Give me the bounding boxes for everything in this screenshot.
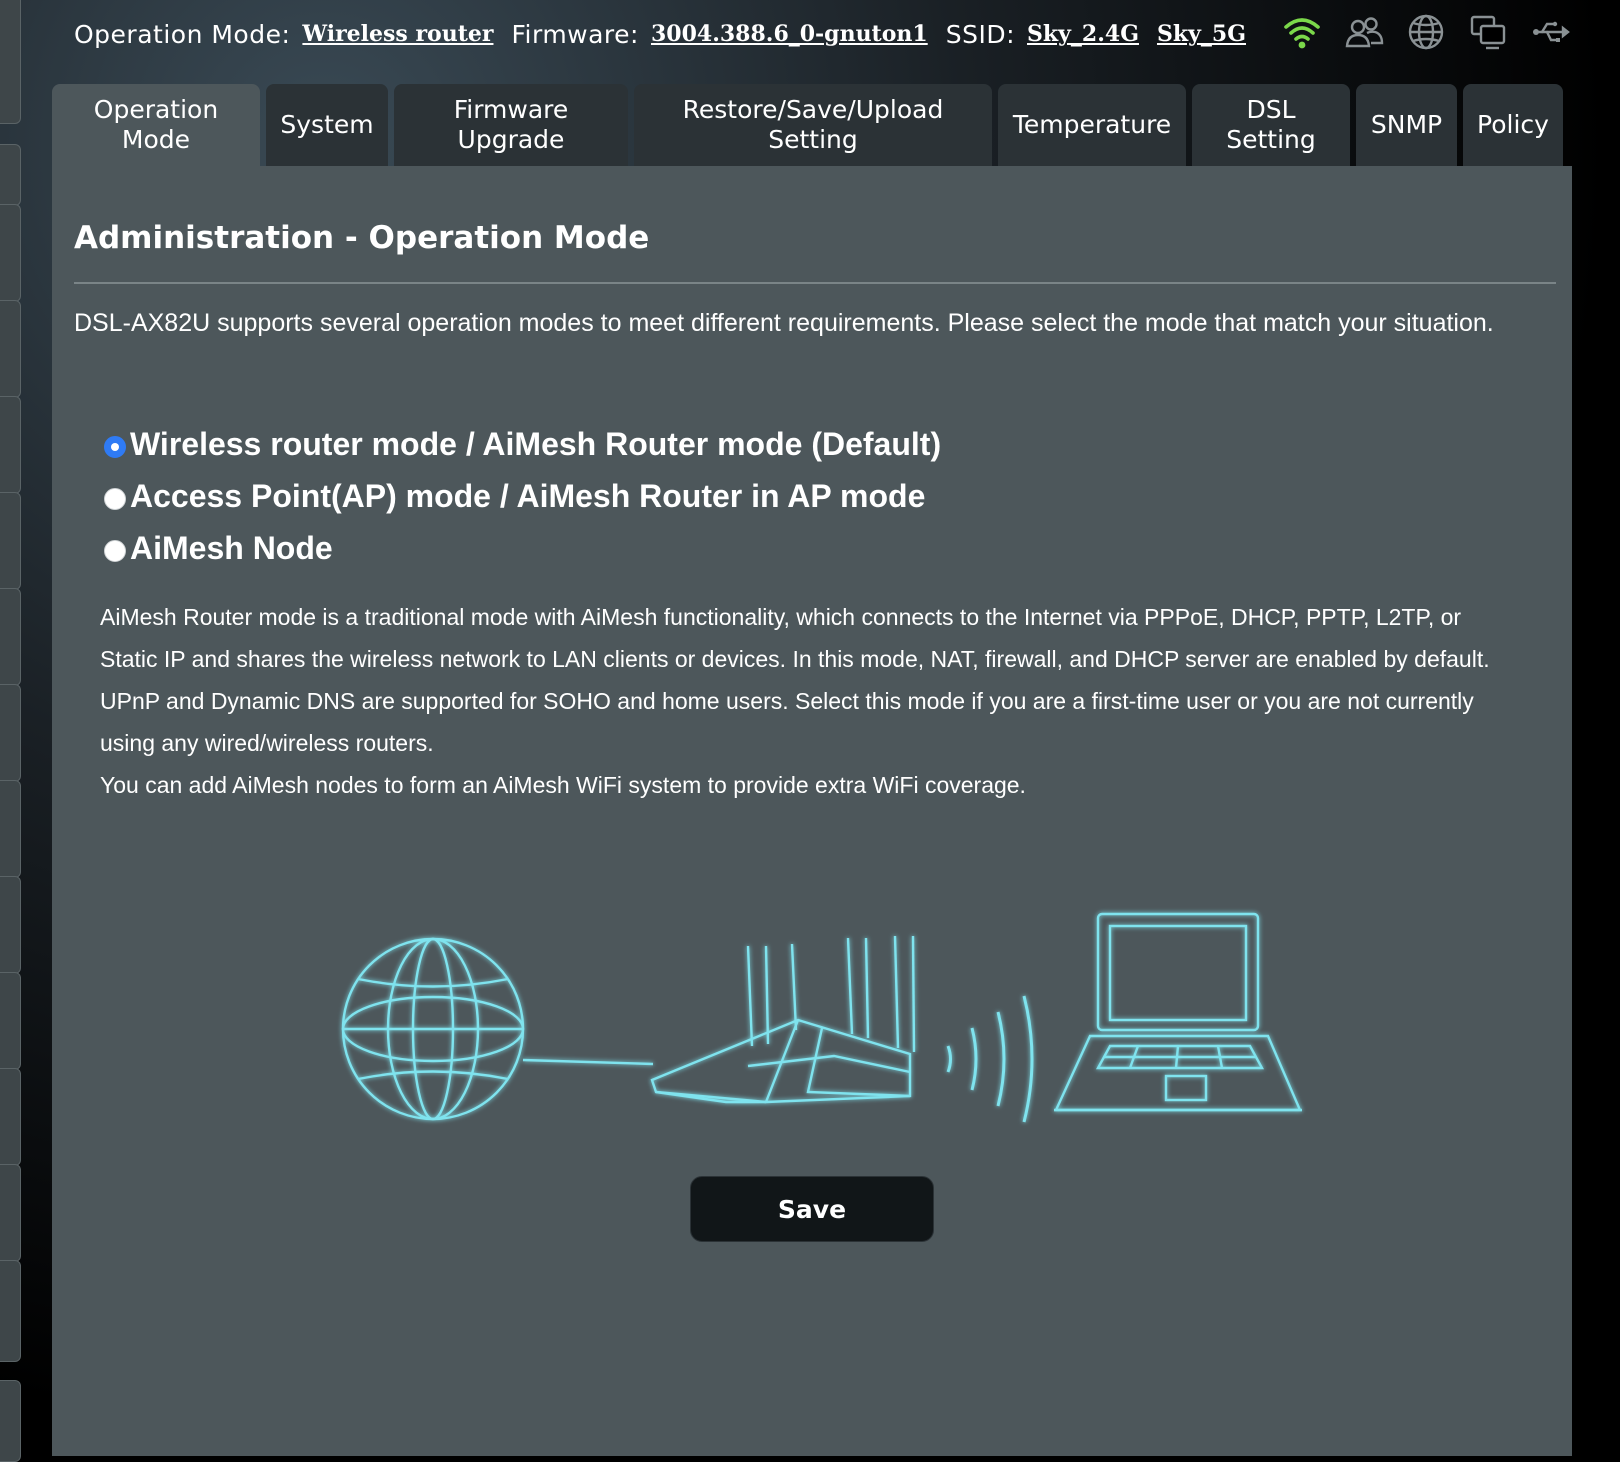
ssid-label: SSID: — [945, 19, 1015, 49]
page-description: DSL-AX82U supports several operation mod… — [74, 309, 1494, 337]
internet-globe-icon — [341, 937, 525, 1121]
side-menu-item[interactable] — [0, 300, 21, 398]
wifi-signal-icon[interactable] — [1282, 12, 1322, 52]
operation-mode-radio-group: Wireless router mode / AiMesh Router mod… — [104, 418, 941, 574]
side-menu-item[interactable] — [0, 1260, 21, 1362]
usb-icon[interactable] — [1530, 12, 1570, 52]
operation-mode-label: Operation Mode: — [74, 19, 291, 49]
side-menu-item[interactable] — [0, 1164, 21, 1262]
clients-icon[interactable] — [1344, 12, 1384, 52]
content-panel: Administration - Operation Mode DSL-AX82… — [52, 166, 1572, 1456]
mode-label-aimesh-node[interactable]: AiMesh Node — [130, 530, 333, 567]
page-title: Administration - Operation Mode — [74, 220, 650, 256]
radio-access-point[interactable] — [104, 488, 126, 510]
side-menu-item[interactable] — [0, 588, 21, 686]
laptop-icon — [1054, 912, 1302, 1112]
internet-globe-icon[interactable] — [1406, 12, 1446, 52]
ssid-2g-link[interactable]: Sky_2.4G — [1027, 21, 1139, 47]
connection-line — [522, 1058, 654, 1066]
mode-option-access-point[interactable]: Access Point(AP) mode / AiMesh Router in… — [104, 470, 941, 522]
tab-dsl-setting[interactable]: DSL Setting — [1192, 84, 1350, 166]
tab-temperature[interactable]: Temperature — [998, 84, 1186, 166]
operation-mode-link[interactable]: Wireless router — [302, 21, 493, 47]
tab-snmp[interactable]: SNMP — [1356, 84, 1457, 166]
mode-option-wireless-router[interactable]: Wireless router mode / AiMesh Router mod… — [104, 418, 941, 470]
radio-wireless-router[interactable] — [104, 436, 126, 458]
tab-policy[interactable]: Policy — [1463, 84, 1563, 166]
mode-label-access-point[interactable]: Access Point(AP) mode / AiMesh Router in… — [130, 478, 925, 515]
left-side-menu-strip — [0, 0, 22, 1462]
mode-option-aimesh-node[interactable]: AiMesh Node — [104, 522, 941, 574]
title-divider — [74, 282, 1556, 284]
admin-tab-bar: Operation Mode System Firmware Upgrade R… — [52, 84, 1563, 166]
side-menu-item[interactable] — [0, 972, 21, 1070]
wireless-waves-icon — [946, 995, 1034, 1123]
tab-restore-save-upload[interactable]: Restore/Save/Upload Setting — [634, 84, 992, 166]
firmware-link[interactable]: 3004.388.6_0-gnuton1 — [651, 21, 928, 47]
side-menu-item[interactable] — [0, 396, 21, 494]
tab-system[interactable]: System — [266, 84, 388, 166]
status-bar: Operation Mode: Wireless router Firmware… — [74, 14, 1264, 54]
side-menu-item[interactable] — [0, 1380, 21, 1462]
devices-icon[interactable] — [1468, 12, 1508, 52]
firmware-label: Firmware: — [511, 19, 639, 49]
tab-firmware-upgrade[interactable]: Firmware Upgrade — [394, 84, 628, 166]
save-button[interactable]: Save — [690, 1176, 934, 1242]
side-menu-item[interactable] — [0, 144, 21, 206]
side-menu-item[interactable] — [0, 780, 21, 878]
ssid-5g-link[interactable]: Sky_5G — [1157, 21, 1246, 47]
mode-help-paragraph: AiMesh Router mode is a traditional mode… — [100, 604, 1490, 756]
side-menu-item[interactable] — [0, 0, 21, 124]
router-icon — [650, 935, 916, 1104]
status-icon-group — [1282, 12, 1570, 52]
side-menu-item[interactable] — [0, 204, 21, 302]
mode-label-wireless-router[interactable]: Wireless router mode / AiMesh Router mod… — [130, 426, 941, 463]
side-menu-item[interactable] — [0, 684, 21, 782]
mode-help-paragraph: You can add AiMesh nodes to form an AiMe… — [100, 772, 1026, 798]
radio-aimesh-node[interactable] — [104, 540, 126, 562]
side-menu-item[interactable] — [0, 876, 21, 974]
tab-operation-mode[interactable]: Operation Mode — [52, 84, 260, 166]
side-menu-item[interactable] — [0, 1068, 21, 1166]
mode-help-text: AiMesh Router mode is a traditional mode… — [100, 596, 1500, 806]
side-menu-item[interactable] — [0, 492, 21, 590]
